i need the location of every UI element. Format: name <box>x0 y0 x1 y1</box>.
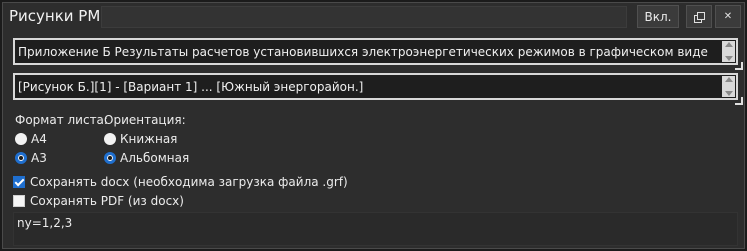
save-docx-checkbox[interactable] <box>13 176 25 188</box>
save-docx-option[interactable]: Сохранять docx (необходима загрузка файл… <box>13 174 348 190</box>
scroll-down-icon[interactable] <box>724 91 733 96</box>
scroll-up-icon[interactable] <box>724 42 733 47</box>
title-bar: Рисунки РМ Вкл. ✕ <box>3 3 744 31</box>
radio-a3-button[interactable] <box>15 152 27 164</box>
radio-a4-label: А4 <box>31 132 47 146</box>
orientation-label: Ориентация: <box>104 113 186 127</box>
save-docx-label: Сохранять docx (необходима загрузка файл… <box>30 175 348 189</box>
resize-grip-icon[interactable] <box>735 97 743 105</box>
radio-portrait[interactable]: Книжная <box>104 131 177 147</box>
scroll-up-icon[interactable] <box>724 77 733 82</box>
radio-portrait-label: Книжная <box>120 132 178 146</box>
resize-grip-icon[interactable] <box>735 62 743 70</box>
save-pdf-option[interactable]: Сохранять PDF (из docx) <box>13 193 184 209</box>
radio-a3-label: А3 <box>31 151 47 165</box>
panel-title: Рисунки РМ <box>9 7 101 25</box>
caption-input-value: Приложение Б Результаты расчетов установ… <box>18 45 708 59</box>
radio-a4-button[interactable] <box>15 133 27 145</box>
figure-name-input-value: [Рисунок Б.][1] - [Вариант 1] ... [Южный… <box>18 80 364 94</box>
close-icon: ✕ <box>723 10 733 22</box>
radio-portrait-button[interactable] <box>104 133 116 145</box>
copy-icon <box>694 11 705 23</box>
figure-name-scrollbar[interactable] <box>722 76 735 97</box>
save-pdf-label: Сохранять PDF (из docx) <box>30 194 184 208</box>
caption-scrollbar[interactable] <box>722 41 735 62</box>
enable-button-label: Вкл. <box>644 9 672 24</box>
caption-input[interactable]: Приложение Б Результаты расчетов установ… <box>13 38 743 70</box>
ny-input[interactable]: ny=1,2,3 <box>13 212 738 246</box>
ny-input-value: ny=1,2,3 <box>17 216 73 230</box>
radio-a4[interactable]: А4 <box>15 131 47 147</box>
enable-button[interactable]: Вкл. <box>637 5 679 28</box>
sheet-format-label: Формат листа: <box>15 113 108 127</box>
pm-figures-panel: Рисунки РМ Вкл. ✕ Приложение Б Результат… <box>2 2 745 249</box>
copy-button[interactable] <box>686 5 712 28</box>
radio-landscape-button[interactable] <box>104 152 116 164</box>
close-button[interactable]: ✕ <box>715 5 741 28</box>
save-pdf-checkbox[interactable] <box>13 195 25 207</box>
radio-a3[interactable]: А3 <box>15 150 47 166</box>
figure-name-input[interactable]: [Рисунок Б.][1] - [Вариант 1] ... [Южный… <box>13 73 743 105</box>
scroll-down-icon[interactable] <box>724 56 733 61</box>
radio-landscape-label: Альбомная <box>120 151 190 165</box>
radio-landscape[interactable]: Альбомная <box>104 150 189 166</box>
title-drag-area[interactable] <box>101 6 627 28</box>
